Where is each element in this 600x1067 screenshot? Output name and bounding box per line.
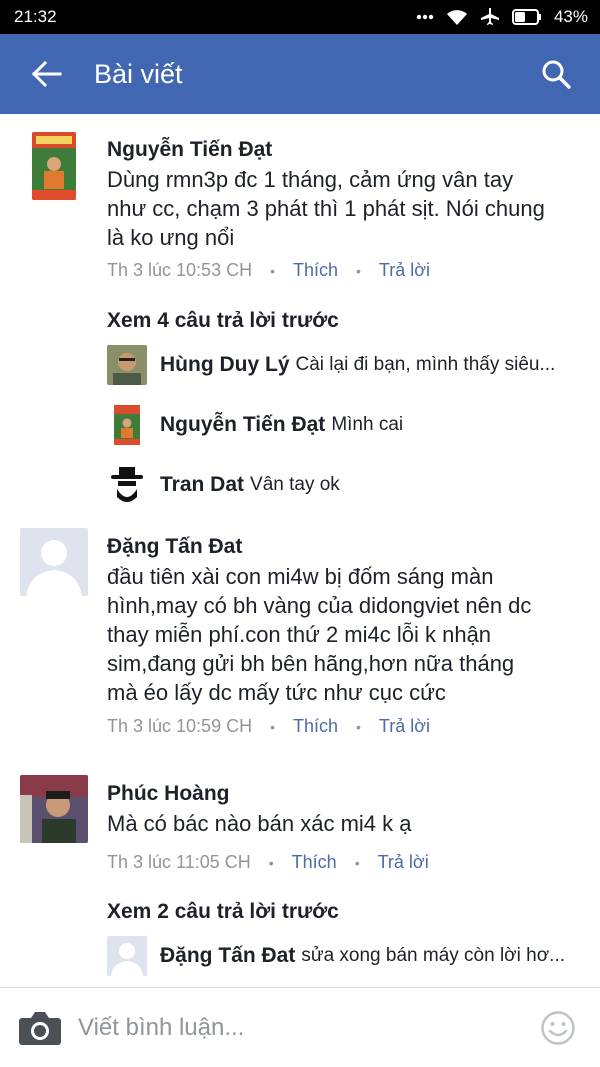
- reply-item: Tran Dat Vân tay ok: [107, 464, 577, 506]
- battery-icon: [511, 9, 542, 25]
- status-time: 21:32: [14, 7, 57, 26]
- camera-icon: [19, 1011, 61, 1045]
- avatar[interactable]: [107, 936, 147, 976]
- reply-item: Đặng Tấn Đat sửa xong bán máy còn lời hơ…: [107, 935, 577, 977]
- like-button[interactable]: Thích: [293, 260, 338, 281]
- reply-author[interactable]: Đặng Tấn Đat: [160, 944, 295, 968]
- comment-author[interactable]: Nguyễn Tiến Đạt: [107, 138, 272, 162]
- view-previous-replies[interactable]: Xem 4 câu trả lời trước: [107, 309, 339, 333]
- more-dots-icon: [416, 14, 434, 20]
- reply-button[interactable]: Trả lời: [378, 852, 429, 873]
- comment-time: Th 3 lúc 10:53 CH: [107, 260, 253, 280]
- like-button[interactable]: Thích: [292, 852, 337, 873]
- avatar[interactable]: [32, 132, 76, 200]
- search-icon: [542, 60, 571, 89]
- camera-button[interactable]: [18, 1006, 62, 1050]
- like-button[interactable]: Thích: [293, 716, 338, 737]
- reply-author[interactable]: Tran Dat: [160, 473, 244, 497]
- status-icons: 43%: [416, 7, 588, 27]
- separator-dot: •: [356, 262, 361, 279]
- battery-percent: 43%: [553, 7, 588, 26]
- comment-author[interactable]: Đặng Tấn Đat: [107, 535, 242, 559]
- app-bar: Bài viết: [0, 34, 600, 114]
- comment-text: Mà có bác nào bán xác mi4 k ạ: [107, 811, 412, 836]
- avatar[interactable]: [107, 345, 147, 385]
- reply-text: Vân tay ok: [250, 474, 340, 495]
- comment-text: đầu tiên xài con mi4w bị đốm sáng màn hì…: [107, 564, 532, 705]
- reply-button[interactable]: Trả lời: [379, 260, 430, 281]
- comments-list: Nguyễn Tiến Đạt Dùng rmn3p đc 1 tháng, c…: [0, 114, 600, 987]
- comment-meta: Th 3 lúc 11:05 CH • Thích • Trả lời: [107, 852, 429, 873]
- separator-dot: •: [356, 718, 361, 735]
- reply-text: Cài lại đi bạn, mình thấy siêu...: [295, 354, 556, 375]
- airplane-icon: [480, 7, 500, 27]
- comment-meta: Th 3 lúc 10:59 CH • Thích • Trả lời: [107, 716, 430, 737]
- avatar[interactable]: [107, 465, 147, 505]
- back-button[interactable]: [16, 34, 78, 114]
- arrow-left-icon: [32, 61, 62, 87]
- separator-dot: •: [268, 854, 274, 871]
- comment-time: Th 3 lúc 10:59 CH: [107, 716, 253, 736]
- reply-text: Mình cai: [331, 414, 404, 435]
- comment-text: Dùng rmn3p đc 1 tháng, cảm ứng vân tay n…: [107, 167, 545, 250]
- comment-time: Th 3 lúc 11:05 CH: [107, 852, 251, 872]
- separator-dot: •: [270, 718, 275, 735]
- status-bar: 21:32 43%: [0, 0, 600, 34]
- reply-item: Nguyễn Tiến Đạt Mình cai: [107, 404, 577, 446]
- view-previous-replies[interactable]: Xem 2 câu trả lời trước: [107, 900, 339, 924]
- comment-meta: Th 3 lúc 10:53 CH • Thích • Trả lời: [107, 260, 430, 281]
- comment-input[interactable]: [78, 1013, 538, 1042]
- avatar[interactable]: [20, 775, 88, 843]
- reply-button[interactable]: Trả lời: [379, 716, 430, 737]
- avatar[interactable]: [107, 405, 147, 445]
- emoji-smile-icon: [541, 1010, 575, 1045]
- emoji-button[interactable]: [538, 1008, 578, 1048]
- reply-author[interactable]: Nguyễn Tiến Đạt: [160, 413, 325, 437]
- reply-text: sửa xong bán máy còn lời hơ...: [301, 945, 565, 966]
- separator-dot: •: [270, 262, 275, 279]
- reply-author[interactable]: Hùng Duy Lý: [160, 353, 290, 377]
- avatar[interactable]: [20, 528, 88, 596]
- wifi-icon: [446, 9, 468, 26]
- comment-author[interactable]: Phúc Hoàng: [107, 782, 230, 806]
- separator-dot: •: [354, 854, 360, 871]
- comment-composer: [0, 987, 600, 1067]
- page-title: Bài viết: [94, 58, 183, 89]
- search-button[interactable]: [526, 34, 586, 114]
- reply-item: Hùng Duy Lý Cài lại đi bạn, mình thấy si…: [107, 344, 577, 386]
